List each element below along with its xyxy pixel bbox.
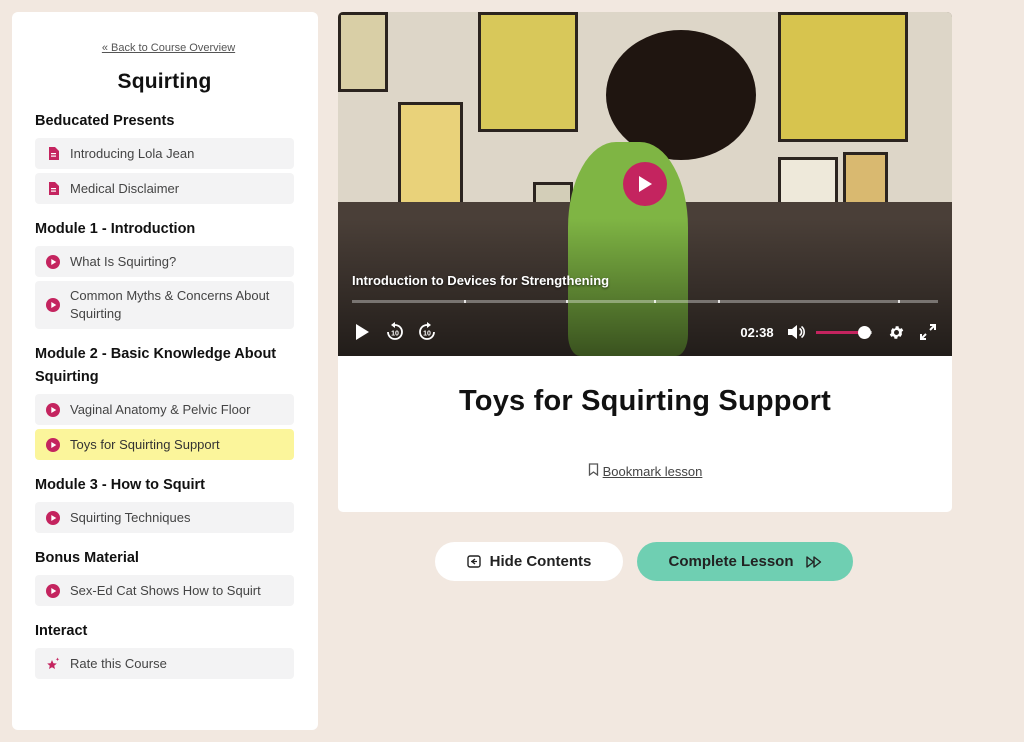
section-beducated-presents: Beducated Presents Introducing Lola Jean… [35,110,294,204]
lesson-item-label: Sex-Ed Cat Shows How to Squirt [70,582,261,598]
lesson-item-label: Rate this Course [70,655,167,671]
lesson-item-label: Vaginal Anatomy & Pelvic Floor [70,401,251,417]
play-circle-icon [46,583,60,598]
document-icon [46,147,60,161]
section-heading: Module 1 - Introduction [35,221,196,237]
section-heading: Bonus Material [35,550,139,566]
lesson-item-label: Common Myths & Concerns About Squirting [70,288,270,321]
play-circle-icon [46,254,60,269]
lesson-item-label: Squirting Techniques [70,509,191,525]
hide-contents-button[interactable]: Hide Contents [435,542,623,581]
lesson-item-label: Introducing Lola Jean [70,145,195,161]
course-sidebar: « Back to Course Overview Squirting Bedu… [12,12,318,730]
section-heading: Beducated Presents [35,113,175,129]
chapter-marker [654,300,656,303]
fast-forward-icon [805,555,822,568]
rewind-10-icon[interactable]: 10 [384,320,406,344]
lesson-item-label: Toys for Squirting Support [70,436,220,452]
chapter-marker [898,300,900,303]
play-icon[interactable] [352,320,372,344]
video-player[interactable]: Introduction to Devices for Strengthenin… [338,12,952,356]
collapse-sidebar-icon [466,555,481,568]
fullscreen-icon[interactable] [918,320,938,344]
course-title: Squirting [117,70,212,93]
svg-text:10: 10 [391,331,399,338]
hide-contents-label: Hide Contents [489,553,592,570]
bookmark-lesson-link[interactable]: Bookmark lesson [338,463,952,479]
star-sparkle-icon [46,657,60,671]
settings-icon[interactable] [886,320,906,344]
lesson-item-label: What Is Squirting? [70,253,177,269]
lesson-title: Toys for Squirting Support [459,385,831,417]
chapter-marker [566,300,568,303]
lesson-item-label: Medical Disclaimer [70,180,180,196]
section-module-2: Module 2 - Basic Knowledge About Squirti… [35,343,294,460]
section-bonus-material: Bonus Material Sex-Ed Cat Shows How to S… [35,547,294,606]
volume-slider-knob[interactable] [857,326,871,339]
lesson-item-squirting-techniques[interactable]: Squirting Techniques [35,502,294,533]
video-controls: 10 10 02:38 [352,320,938,344]
bookmark-label: Bookmark lesson [602,463,703,479]
section-module-1: Module 1 - Introduction What Is Squirtin… [35,218,294,329]
lesson-item-vaginal-anatomy[interactable]: Vaginal Anatomy & Pelvic Floor [35,394,294,425]
video-chapter-caption: Introduction to Devices for Strengthenin… [352,273,610,288]
play-circle-icon [46,437,60,452]
back-to-overview-link[interactable]: « Back to Course Overview [43,42,294,54]
lesson-item-sex-ed-cat[interactable]: Sex-Ed Cat Shows How to Squirt [35,575,294,606]
chapter-marker [718,300,720,303]
video-time-display: 02:38 [740,324,774,340]
lesson-item-what-is-squirting[interactable]: What Is Squirting? [35,246,294,277]
svg-text:10: 10 [423,331,431,338]
document-icon [46,182,60,196]
lesson-item-toys-active[interactable]: Toys for Squirting Support [35,429,294,460]
section-interact: Interact Rate this Course [35,620,294,679]
lesson-card: Introduction to Devices for Strengthenin… [338,12,952,512]
lesson-item-rate-course[interactable]: Rate this Course [35,648,294,679]
section-heading: Interact [35,623,88,639]
forward-10-icon[interactable]: 10 [416,320,438,344]
video-progress-bar[interactable] [352,300,938,303]
complete-lesson-button[interactable]: Complete Lesson [637,542,853,581]
bookmark-icon [588,463,599,479]
chapter-marker [464,300,466,303]
play-circle-icon [46,298,60,312]
lesson-item-medical-disclaimer[interactable]: Medical Disclaimer [35,173,294,204]
section-module-3: Module 3 - How to Squirt Squirting Techn… [35,474,294,533]
complete-lesson-label: Complete Lesson [668,553,794,570]
play-circle-icon [46,402,60,417]
section-heading: Module 3 - How to Squirt [35,477,205,493]
big-play-button[interactable] [623,162,667,206]
play-circle-icon [46,510,60,525]
lesson-item-introducing-lola-jean[interactable]: Introducing Lola Jean [35,138,294,169]
section-heading: Module 2 - Basic Knowledge About Squirti… [35,346,277,385]
volume-icon[interactable] [786,320,806,344]
lesson-item-common-myths[interactable]: Common Myths & Concerns About Squirting [35,281,294,329]
